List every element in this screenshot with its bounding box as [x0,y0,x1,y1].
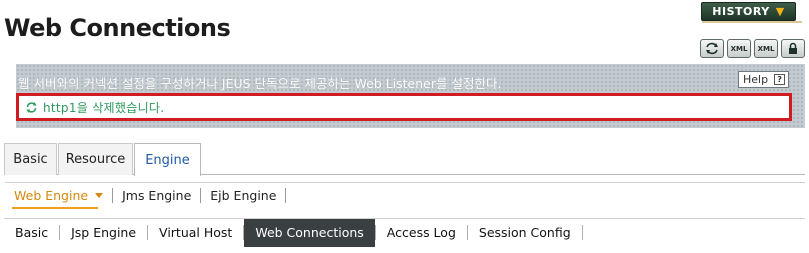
top-tabs: Basic Resource Engine [4,143,202,176]
chevron-down-icon: ▼ [775,5,785,18]
subtab-session-config[interactable]: Session Config [468,219,582,247]
subtab-virtual-host[interactable]: Virtual Host [148,219,243,247]
divider [285,188,287,203]
engine-tab-jms[interactable]: Jms Engine [113,187,200,204]
history-underline [702,21,802,23]
engine-tabs: Web Engine Jms Engine Ejb Engine [5,182,805,208]
tab-engine[interactable]: Engine [134,143,201,176]
lock-icon[interactable] [781,39,805,58]
engine-active-underline [12,207,98,209]
status-message: http1을 삭제했습니다. [43,100,165,115]
toolbar: XML XML [700,39,805,58]
message-box: http1을 삭제했습니다. [16,93,792,121]
subtab-jsp-engine[interactable]: Jsp Engine [60,219,147,247]
engine-tab-web-label: Web Engine [14,188,89,203]
tab-resource[interactable]: Resource [58,143,133,175]
xml-icon[interactable]: XML [727,39,751,58]
divider [581,225,583,240]
sub-tabs: Basic Jsp Engine Virtual Host Web Connec… [4,218,805,247]
banner-description: 웹 서버와의 커넥션 설정을 구성하거나 JEUS 단독으로 제공하는 Web … [18,76,502,91]
help-icon: ? [774,74,786,85]
dropdown-triangle-icon [95,193,104,198]
page-title: Web Connections [4,14,231,42]
history-button[interactable]: HISTORY ▼ [701,2,796,21]
subtab-web-connections[interactable]: Web Connections [244,218,375,247]
tab-basic[interactable]: Basic [4,143,57,175]
subtab-basic[interactable]: Basic [4,219,59,247]
subtab-access-log[interactable]: Access Log [376,219,467,247]
xml-export-icon[interactable]: XML [754,39,778,58]
history-label: HISTORY [712,5,770,18]
help-button[interactable]: Help ? [738,71,789,88]
engine-tab-ejb[interactable]: Ejb Engine [201,187,285,204]
refresh-icon [26,101,37,113]
engine-tab-web[interactable]: Web Engine [5,187,112,204]
refresh-icon[interactable] [700,39,724,58]
help-label: Help [743,73,769,86]
